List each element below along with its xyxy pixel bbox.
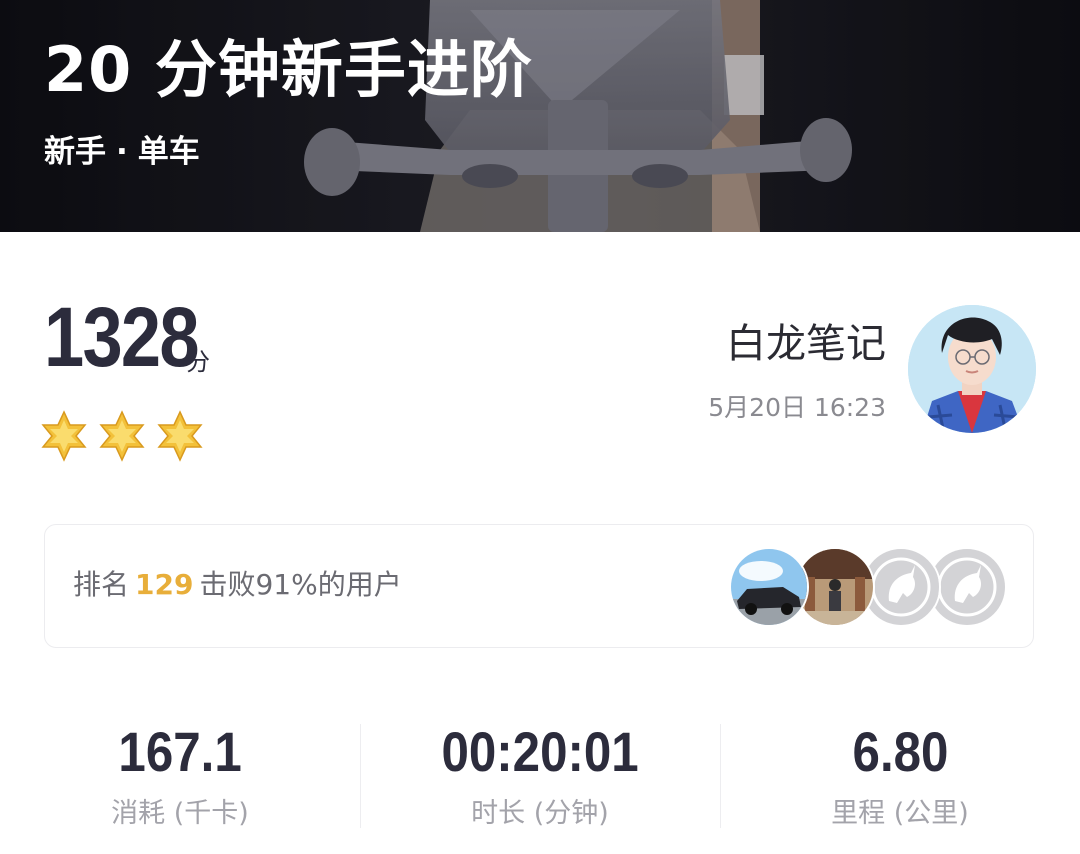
workout-level: 新手: [44, 134, 106, 170]
ranked-user-avatar[interactable]: [729, 547, 809, 627]
stat-label: 时长 (分钟): [471, 798, 609, 829]
score-unit: 分: [186, 348, 210, 376]
workout-type: 单车: [137, 134, 200, 170]
star-icon: [99, 410, 145, 462]
stat-duration: 00:20:01 时长 (分钟): [360, 712, 720, 832]
workout-timestamp: 5月20日 16:23: [708, 393, 886, 422]
workout-meta: 新手 · 单车: [44, 132, 200, 172]
score-block: 1328 分: [44, 292, 223, 382]
workout-stats: 167.1 消耗 (千卡) 00:20:01 时长 (分钟) 6.80 里程 (…: [0, 712, 1080, 842]
ranking-prefix: 排名: [73, 568, 130, 601]
stat-value: 167.1: [118, 720, 242, 783]
meta-separator: ·: [116, 134, 128, 170]
ranking-text: 排名 129 击败91%的用户: [73, 565, 402, 605]
ranking-card[interactable]: 排名 129 击败91%的用户: [44, 524, 1034, 648]
score-value: 1328: [44, 290, 200, 384]
stat-label: 消耗 (千卡): [111, 798, 249, 829]
hero-banner: 20 分钟新手进阶 新手 · 单车: [0, 0, 1080, 232]
workout-title: 20 分钟新手进阶: [44, 33, 533, 106]
star-rating: [40, 410, 204, 462]
avatar-illustration: [908, 305, 1036, 433]
stat-value: 6.80: [852, 720, 948, 783]
user-avatar[interactable]: [908, 305, 1036, 433]
star-icon: [157, 410, 203, 462]
stat-label: 里程 (公里): [831, 798, 969, 829]
car-photo-icon: [731, 549, 807, 625]
ranking-number: 129: [135, 568, 194, 601]
ranking-suffix: 击败91%的用户: [199, 568, 402, 601]
stat-value: 00:20:01: [441, 720, 639, 783]
stat-calories: 167.1 消耗 (千卡): [0, 712, 360, 832]
user-name[interactable]: 白龙笔记: [726, 318, 886, 370]
stat-distance: 6.80 里程 (公里): [720, 712, 1080, 832]
star-icon: [41, 410, 87, 462]
